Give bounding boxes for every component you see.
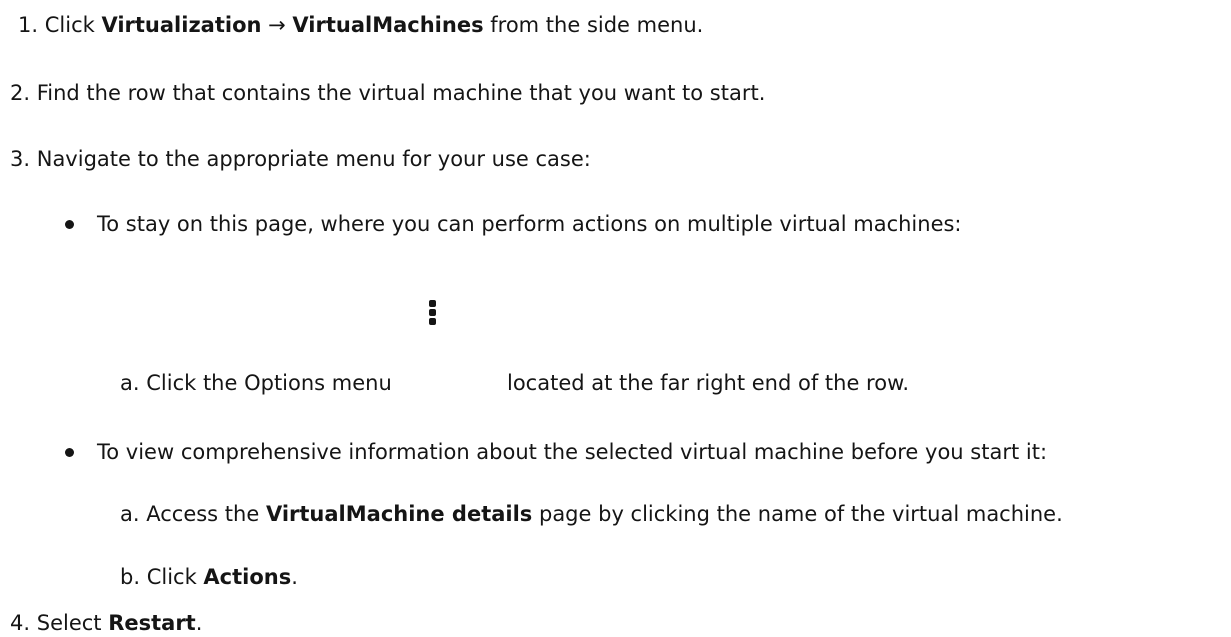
arrow: → [261,13,293,37]
step-text: Find the row that contains the virtual m… [36,81,766,105]
step-number: 3. [10,147,31,171]
actions-label: Actions [203,565,292,589]
step-number: 2. [10,81,31,105]
substep-b: b. Click Actions. [120,563,298,591]
menu-virtualmachines: VirtualMachines [292,13,484,37]
kebab-options-icon [429,300,437,327]
substep-text: . [291,565,298,589]
step-text: Select [36,611,109,635]
substep-letter: b. [120,565,141,589]
step-number: 1. [18,13,39,37]
step-2: 2. Find the row that contains the virtua… [10,79,765,107]
step-number: 4. [10,611,31,635]
substep-text: Click [146,565,204,589]
substep-text: located at the far right end of the row. [507,371,909,395]
substep-a: a. Click the Options menu [120,369,392,397]
step-3: 3. Navigate to the appropriate menu for … [10,145,591,173]
restart-label: Restart [108,611,196,635]
step-4: 4. Select Restart. [10,609,202,637]
page-virtualmachine-details: VirtualMachine details [265,502,533,526]
substep-text: Click the Options menu [146,371,392,395]
step-1: 1. Click Virtualization → VirtualMachine… [18,11,703,39]
step-text: Click [44,13,102,37]
bullet-icon [65,448,74,457]
bullet-text: To stay on this page, where you can perf… [97,212,962,236]
step-text: Navigate to the appropriate menu for you… [36,147,591,171]
bullet-text: To view comprehensive information about … [97,440,1048,464]
substep-letter: a. [120,371,140,395]
step-text: . [195,611,203,635]
bullet-icon [65,220,74,229]
substep-text: page by clicking the name of the virtual… [532,502,1063,526]
substep-a: a. Access the VirtualMachine details pag… [120,500,1063,528]
menu-virtualization: Virtualization [101,13,262,37]
substep-letter: a. [120,502,140,526]
step-text: from the side menu. [483,13,704,37]
substep-text: Access the [146,502,266,526]
